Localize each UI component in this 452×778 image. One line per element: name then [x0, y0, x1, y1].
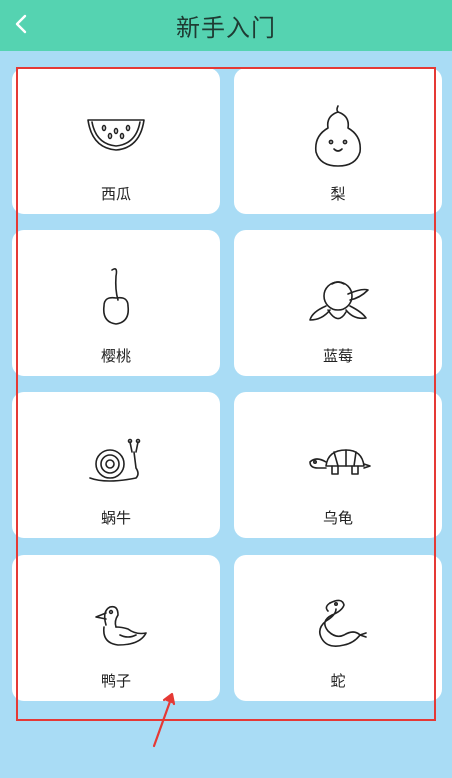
snail-icon [66, 422, 166, 502]
card-watermelon[interactable]: 西瓜 [12, 68, 220, 214]
turtle-icon [288, 422, 388, 502]
card-pear[interactable]: 梨 [234, 68, 442, 214]
card-label: 梨 [330, 185, 346, 203]
card-cherry[interactable]: 樱桃 [12, 230, 220, 376]
back-button[interactable] [4, 6, 40, 42]
card-label: 蜗牛 [100, 509, 131, 527]
card-turtle[interactable]: 乌龟 [234, 392, 442, 538]
card-blueberry[interactable]: 蓝莓 [234, 230, 442, 376]
card-label: 西瓜 [100, 185, 131, 203]
card-label: 乌龟 [322, 509, 353, 527]
pear-icon [288, 98, 388, 178]
cherry-icon [66, 260, 166, 340]
card-label: 鸭子 [100, 672, 131, 690]
duck-icon [66, 585, 166, 665]
snake-icon [288, 585, 388, 665]
card-label: 樱桃 [100, 347, 131, 365]
card-label: 蛇 [330, 672, 346, 690]
blueberry-icon [288, 260, 388, 340]
card-snake[interactable]: 蛇 [234, 555, 442, 701]
card-duck[interactable]: 鸭子 [12, 555, 220, 701]
top-bar: 新手入门 [0, 0, 452, 51]
card-label: 蓝莓 [322, 347, 353, 365]
arrow-icon [152, 692, 176, 748]
card-snail[interactable]: 蜗牛 [12, 392, 220, 538]
watermelon-icon [66, 98, 166, 178]
chevron-left-icon [15, 14, 27, 34]
page-title: 新手入门 [176, 14, 276, 42]
